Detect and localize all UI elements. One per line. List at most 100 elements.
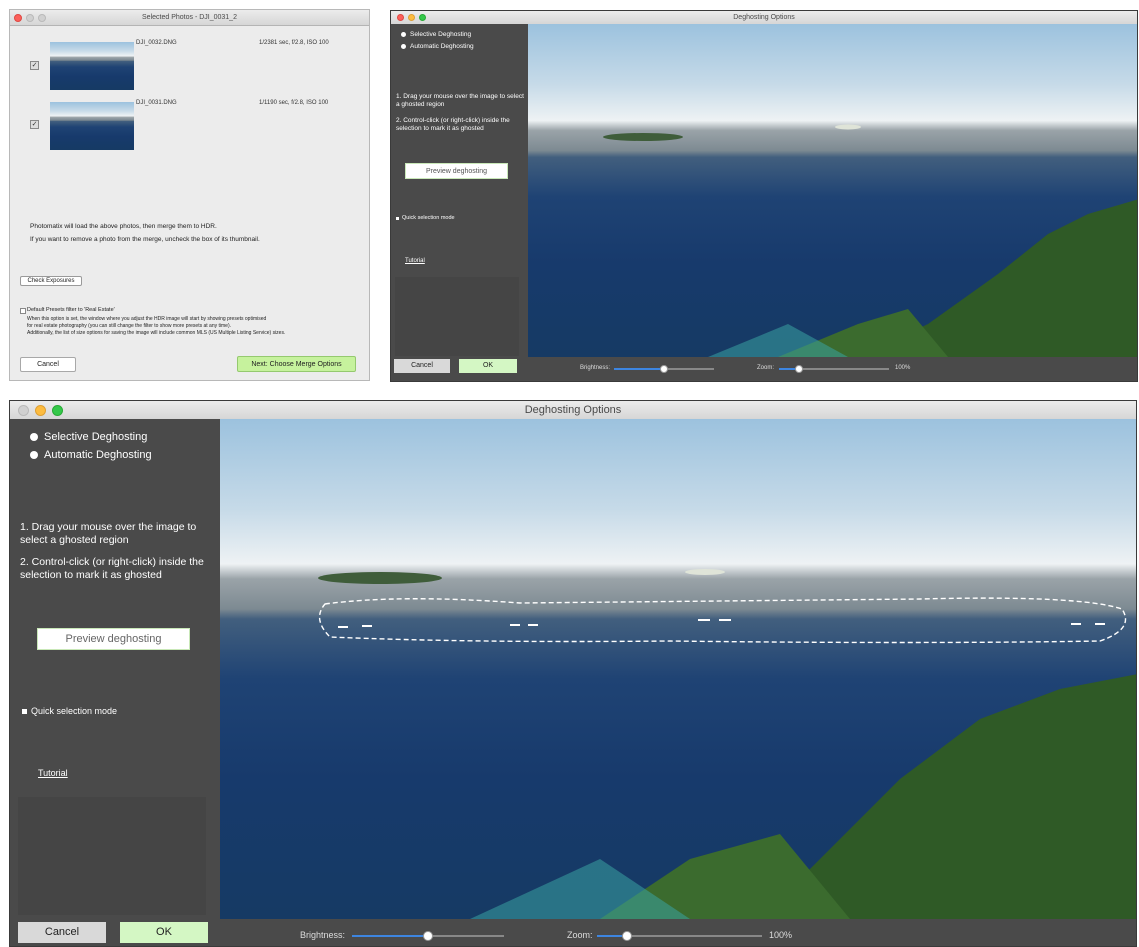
photo-exposure: 1/1190 sec, f/2.8, ISO 100 <box>259 100 329 106</box>
zoom-icon[interactable] <box>38 13 46 22</box>
brightness-label: Brightness: <box>300 930 346 940</box>
default-presets-label: Default Presets filter to 'Real Estate' <box>27 307 115 313</box>
photo-filename: DJI_0031.DNG <box>136 100 177 106</box>
merge-info-line2: If you want to remove a photo from the m… <box>30 236 260 243</box>
include-checkbox[interactable]: ✓ <box>30 120 39 129</box>
minimize-icon[interactable] <box>408 14 415 21</box>
zoom-value: 100% <box>769 930 793 940</box>
window-title: Deghosting Options <box>524 404 622 416</box>
checkbox-icon <box>22 708 27 714</box>
slider-fill <box>614 368 664 370</box>
radio-icon <box>401 44 406 49</box>
photo-filename: DJI_0032.DNG <box>136 40 177 46</box>
zoom-slider[interactable] <box>779 365 889 373</box>
selective-deghosting-radio[interactable]: Selective Deghosting <box>401 31 471 38</box>
photo-thumbnail[interactable] <box>50 42 134 90</box>
presets-description-3: Additionally, the list of size options f… <box>27 330 286 336</box>
cancel-button[interactable]: Cancel <box>18 922 106 943</box>
radio-label: Automatic Deghosting <box>44 449 152 461</box>
title-bar: Selected Photos - DJI_0031_2 <box>10 10 369 26</box>
window-title: Selected Photos - DJI_0031_2 <box>142 14 237 21</box>
ok-button[interactable]: OK <box>459 359 517 373</box>
close-icon[interactable] <box>397 14 404 21</box>
slider-knob[interactable] <box>660 365 668 373</box>
sailboats <box>338 619 1105 628</box>
tutorial-link[interactable]: Tutorial <box>405 258 425 264</box>
zoom-label: Zoom: <box>757 365 775 371</box>
automatic-deghosting-radio[interactable]: Automatic Deghosting <box>30 449 152 461</box>
instruction-step2: 2. Control-click (or right-click) inside… <box>396 117 510 132</box>
photo-exposure: 1/2381 sec, f/2.8, ISO 100 <box>259 40 329 46</box>
slider-knob[interactable] <box>621 931 632 941</box>
cancel-button[interactable]: Cancel <box>20 357 76 372</box>
slider-knob[interactable] <box>423 931 433 941</box>
radio-icon <box>30 451 38 459</box>
cancel-button[interactable]: Cancel <box>394 359 450 373</box>
check-exposures-button[interactable]: Check Exposures <box>20 276 82 286</box>
photo-row: ✓ DJI_0031.DNG 1/1190 sec, f/2.8, ISO 10… <box>10 96 369 154</box>
selective-deghosting-radio[interactable]: Selective Deghosting <box>30 431 147 443</box>
next-merge-options-button[interactable]: Next: Choose Merge Options <box>237 356 356 372</box>
image-canvas[interactable] <box>220 419 1136 919</box>
title-bar: Deghosting Options <box>391 11 1137 25</box>
photo-row: ✓ DJI_0032.DNG 1/2381 sec, f/2.8, ISO 10… <box>10 36 369 94</box>
instruction-step1: 1. Drag your mouse over the image to sel… <box>396 93 524 108</box>
radio-label: Selective Deghosting <box>410 31 472 38</box>
radio-label: Automatic Deghosting <box>410 43 474 50</box>
landscape-overlay <box>603 124 1137 357</box>
sailboat-icon <box>528 624 538 626</box>
radio-selected-icon <box>401 32 406 37</box>
ok-button[interactable]: OK <box>120 922 208 943</box>
window-title: Deghosting Options <box>733 14 795 21</box>
presets-description-1: When this option is set, the window wher… <box>27 316 267 322</box>
photo-thumbnail[interactable] <box>50 102 134 150</box>
automatic-deghosting-radio[interactable]: Automatic Deghosting <box>401 43 474 50</box>
merge-info-line1: Photomatix will load the above photos, t… <box>30 223 217 230</box>
presets-description-2: for real estate photography (you can sti… <box>27 323 231 329</box>
checkbox-label: Quick selection mode <box>402 215 455 221</box>
sidebar: Selective Deghosting Automatic Deghostin… <box>10 419 220 946</box>
sidebar: Selective Deghosting Automatic Deghostin… <box>391 24 528 381</box>
zoom-icon[interactable] <box>419 14 426 21</box>
brightness-slider[interactable] <box>614 365 714 373</box>
checkbox-icon <box>396 216 399 220</box>
image-canvas[interactable] <box>528 24 1137 357</box>
sailboat-icon <box>1095 623 1105 625</box>
default-presets-checkbox[interactable] <box>20 308 26 314</box>
tutorial-link[interactable]: Tutorial <box>38 768 68 778</box>
selected-photos-window: Selected Photos - DJI_0031_2 ✓ DJI_0032.… <box>9 9 370 381</box>
sailboat-icon <box>1071 623 1081 625</box>
zoom-icon[interactable] <box>52 404 63 416</box>
quick-selection-checkbox[interactable]: Quick selection mode <box>396 215 455 221</box>
slider-knob[interactable] <box>794 365 803 373</box>
island-shape <box>318 572 442 584</box>
zoom-value: 100% <box>895 365 911 371</box>
landscape-overlay <box>318 569 1136 919</box>
brightness-label: Brightness: <box>580 365 611 371</box>
preview-deghosting-button[interactable]: Preview deghosting <box>405 163 508 179</box>
close-icon[interactable] <box>18 404 29 416</box>
quick-selection-checkbox[interactable]: Quick selection mode <box>22 706 117 716</box>
sailboat-icon <box>510 624 520 626</box>
close-icon[interactable] <box>14 13 22 22</box>
minimize-icon[interactable] <box>35 404 46 416</box>
title-bar: Deghosting Options <box>10 401 1136 420</box>
sailboat-icon <box>362 625 372 627</box>
deghosting-window-large: Deghosting Options Selective Deghosting … <box>9 400 1137 947</box>
zoom-slider[interactable] <box>597 931 762 941</box>
sailboat-icon <box>338 626 348 628</box>
minimize-icon[interactable] <box>26 13 34 22</box>
instruction-step2: 2. Control-click (or right-click) inside… <box>20 556 204 581</box>
bottom-toolbar: Brightness: Zoom: 100% <box>528 357 1137 381</box>
deghosting-window-small: Deghosting Options Selective Deghosting … <box>390 10 1138 382</box>
radio-label: Selective Deghosting <box>44 431 148 443</box>
sailboat-icon <box>698 619 710 621</box>
preview-deghosting-button[interactable]: Preview deghosting <box>37 628 190 650</box>
island-shape <box>603 133 683 141</box>
include-checkbox[interactable]: ✓ <box>30 61 39 70</box>
islet-shape <box>835 124 861 130</box>
slider-fill <box>352 935 428 937</box>
preview-area <box>18 797 206 915</box>
brightness-slider[interactable] <box>352 931 504 941</box>
radio-selected-icon <box>30 433 38 441</box>
